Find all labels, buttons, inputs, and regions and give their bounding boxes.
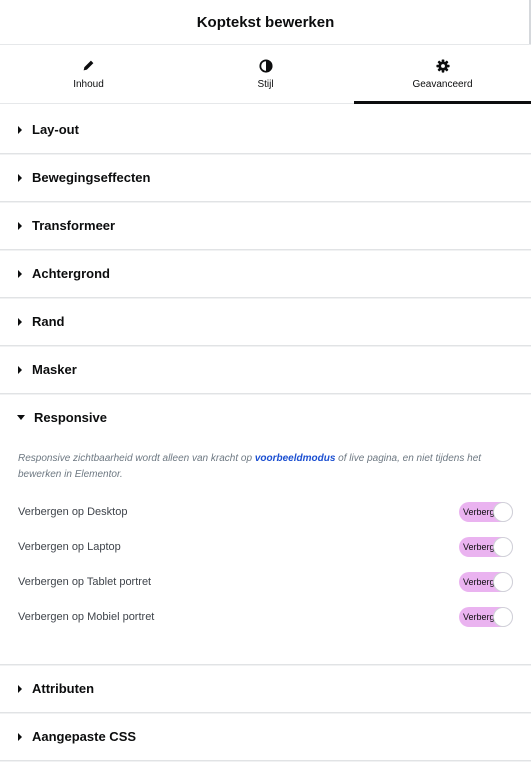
section-custom-css[interactable]: Aangepaste CSS [0, 713, 531, 761]
preview-mode-link[interactable]: voorbeeldmodus [255, 453, 336, 464]
hide-mobile-label: Verbergen op Mobiel portret [18, 610, 155, 623]
caret-down-icon [17, 415, 25, 420]
toggle-knob [494, 607, 512, 626]
section-attributes-label: Attributen [32, 681, 95, 696]
section-custom-css-label: Aangepaste CSS [32, 729, 137, 744]
section-mask[interactable]: Masker [0, 346, 531, 394]
hide-mobile-row: Verbergen op Mobiel portret Verbergen [18, 599, 513, 634]
toggle-label: Verbergen [463, 541, 497, 552]
toggle-label: Verbergen [463, 611, 497, 622]
caret-right-icon [18, 221, 22, 230]
hide-tablet-label: Verbergen op Tablet portret [18, 575, 152, 588]
section-background[interactable]: Achtergrond [0, 250, 531, 298]
caret-right-icon [18, 732, 22, 741]
tab-advanced-label: Geavanceerd [412, 78, 473, 90]
toggle-knob [494, 537, 512, 556]
section-responsive-label: Responsive [34, 410, 107, 425]
hide-laptop-label: Verbergen op Laptop [18, 540, 121, 553]
caret-right-icon [18, 365, 22, 374]
hide-laptop-row: Verbergen op Laptop Verbergen [18, 529, 513, 564]
tab-advanced[interactable]: Geavanceerd [354, 45, 531, 104]
caret-right-icon [18, 684, 22, 693]
caret-right-icon [18, 317, 22, 326]
section-transform[interactable]: Transformeer [0, 202, 531, 250]
toggle-knob [494, 572, 512, 591]
section-motion-effects[interactable]: Bewegingseffecten [0, 154, 531, 202]
hide-desktop-toggle[interactable]: Verbergen [459, 501, 513, 522]
section-motion-effects-label: Bewegingseffecten [32, 170, 151, 185]
tab-style-label: Stijl [257, 78, 274, 90]
section-border[interactable]: Rand [0, 298, 531, 346]
caret-right-icon [18, 125, 22, 134]
hide-tablet-toggle[interactable]: Verbergen [459, 571, 513, 592]
section-layout[interactable]: Lay-out [0, 106, 531, 154]
section-border-label: Rand [32, 314, 65, 329]
tab-content[interactable]: Inhoud [0, 45, 177, 103]
toggle-label: Verbergen [463, 506, 497, 517]
gear-icon [435, 58, 450, 73]
panel-header: Koptekst bewerken [0, 0, 531, 45]
toggle-label: Verbergen [463, 576, 497, 587]
toggle-knob [494, 502, 512, 521]
hide-laptop-toggle[interactable]: Verbergen [459, 536, 513, 557]
section-mask-label: Masker [32, 362, 77, 377]
tab-bar: Inhoud Stijl Geavanceerd [0, 45, 531, 104]
note-text-start: Responsive zichtbaarheid wordt alleen va… [18, 453, 255, 464]
responsive-panel: Responsive zichtbaarheid wordt alleen va… [0, 441, 531, 665]
caret-right-icon [18, 269, 22, 278]
section-layout-label: Lay-out [32, 122, 79, 137]
caret-right-icon [18, 173, 22, 182]
responsive-note: Responsive zichtbaarheid wordt alleen va… [18, 451, 513, 483]
half-circle-icon [258, 58, 273, 73]
tab-content-label: Inhoud [73, 78, 104, 90]
hide-tablet-row: Verbergen op Tablet portret Verbergen [18, 564, 513, 599]
section-attributes[interactable]: Attributen [0, 665, 531, 713]
section-background-label: Achtergrond [32, 266, 110, 281]
hide-desktop-row: Verbergen op Desktop Verbergen [18, 494, 513, 529]
tab-style[interactable]: Stijl [177, 45, 354, 103]
pencil-icon [82, 59, 96, 73]
panel-title: Koptekst bewerken [196, 13, 335, 31]
section-transform-label: Transformeer [32, 218, 116, 233]
hide-desktop-label: Verbergen op Desktop [18, 505, 128, 518]
section-responsive[interactable]: Responsive [0, 394, 531, 441]
hide-mobile-toggle[interactable]: Verbergen [459, 606, 513, 627]
